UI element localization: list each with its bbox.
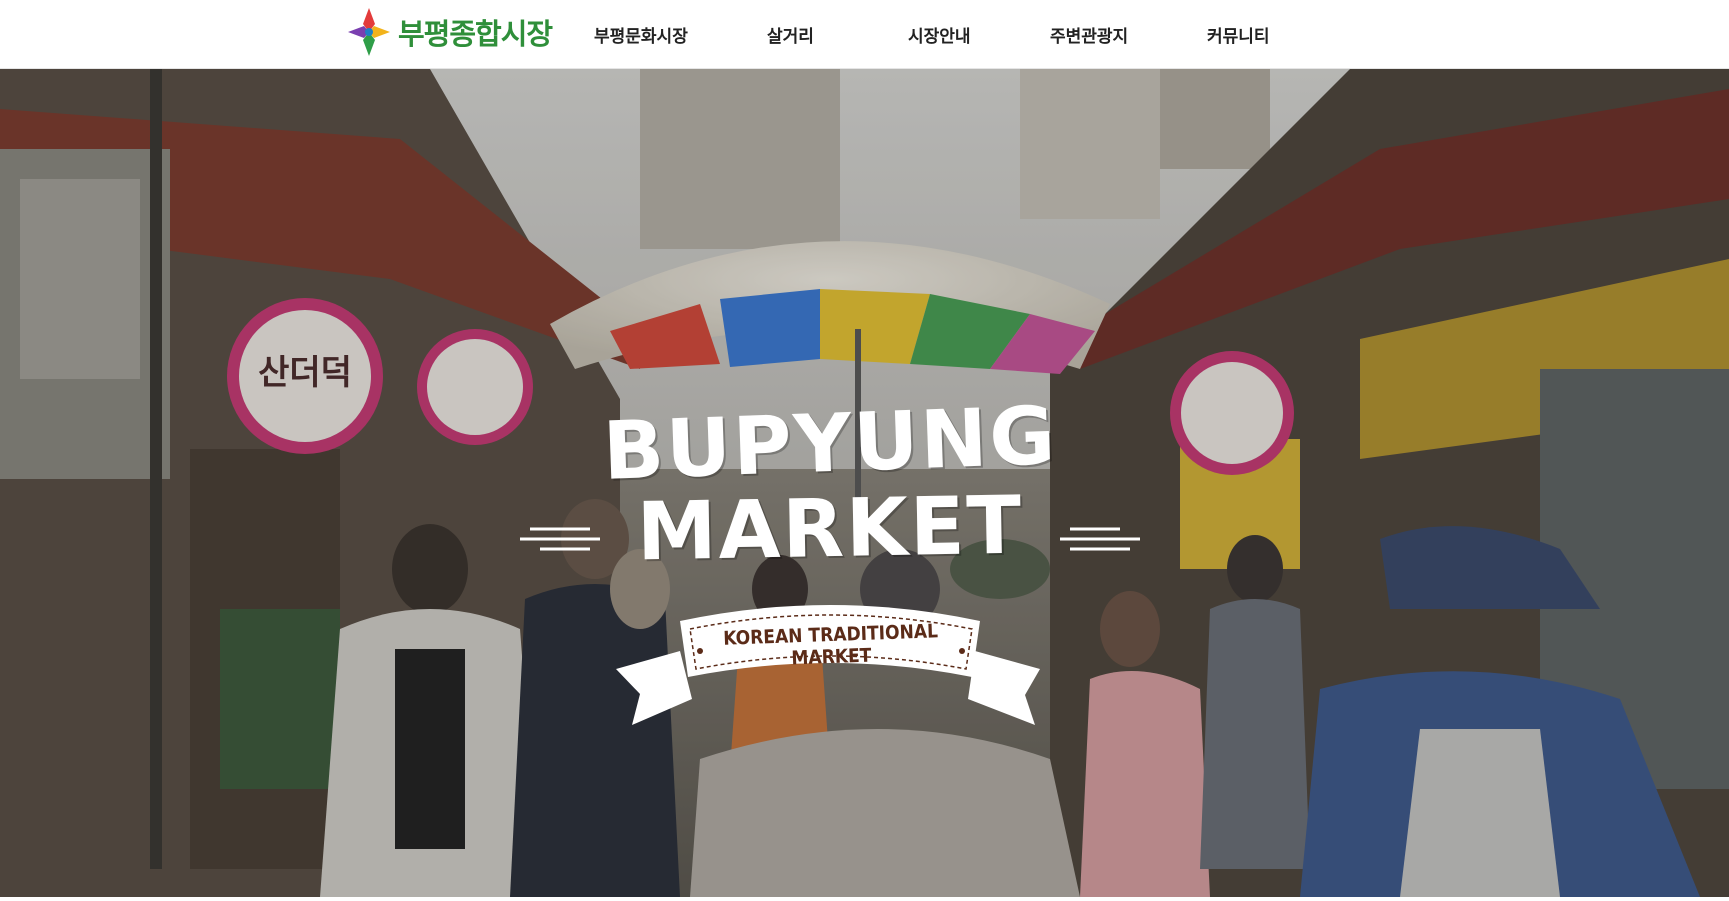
logo-text: 부평종합시장 xyxy=(398,17,553,51)
nav-things-to-buy[interactable]: 살거리 xyxy=(767,22,814,47)
nav-nearby-attractions[interactable]: 주변관광지 xyxy=(1050,22,1128,47)
nav-market-guide[interactable]: 시장안내 xyxy=(908,22,971,47)
ribbon-text: KOREAN TRADITIONAL MARKET xyxy=(722,620,939,670)
ribbon-banner-graphic xyxy=(520,527,1140,725)
logo-mark-icon xyxy=(348,8,390,56)
logo-home-link[interactable]: 부평종합시장 xyxy=(346,4,553,60)
right-speed-lines xyxy=(1060,527,1140,551)
nav-bupyeong-culture-market[interactable]: 부평문화시장 xyxy=(594,22,688,47)
market-logo-overlay: BUPYUNG MARKET KOREAN TRADITIONAL MARKET xyxy=(520,329,1140,759)
site-header: 부평종합시장 부평문화시장 살거리 시장안내 주변관광지 커뮤니티 xyxy=(0,0,1729,69)
hero-video-banner: 산더덕 BUPYUNG MARKET KOREAN TRADITIONAL MA… xyxy=(0,69,1729,897)
left-speed-lines xyxy=(520,527,600,551)
nav-community[interactable]: 커뮤니티 xyxy=(1207,22,1270,47)
